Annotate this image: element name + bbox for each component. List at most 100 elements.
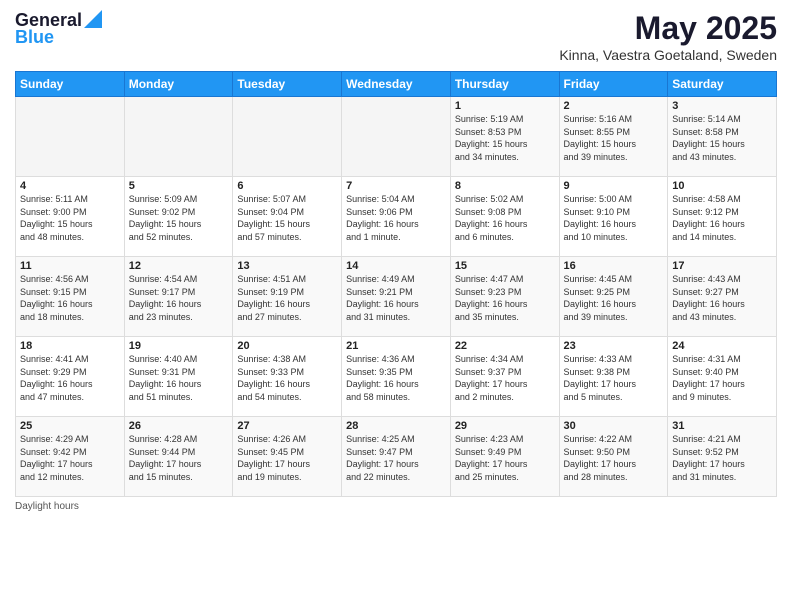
day-info: Sunrise: 4:31 AM Sunset: 9:40 PM Dayligh… xyxy=(672,353,772,403)
day-number: 14 xyxy=(346,260,446,272)
header-day-tuesday: Tuesday xyxy=(233,72,342,97)
calendar-header-row: SundayMondayTuesdayWednesdayThursdayFrid… xyxy=(16,72,777,97)
day-info: Sunrise: 4:41 AM Sunset: 9:29 PM Dayligh… xyxy=(20,353,120,403)
day-info: Sunrise: 4:58 AM Sunset: 9:12 PM Dayligh… xyxy=(672,193,772,243)
day-number: 1 xyxy=(455,100,555,112)
calendar-cell-w5-d3: 27Sunrise: 4:26 AM Sunset: 9:45 PM Dayli… xyxy=(233,417,342,497)
title-block: May 2025 Kinna, Vaestra Goetaland, Swede… xyxy=(559,10,777,63)
logo-blue: Blue xyxy=(15,27,54,48)
day-number: 16 xyxy=(564,260,664,272)
calendar-cell-w4-d2: 19Sunrise: 4:40 AM Sunset: 9:31 PM Dayli… xyxy=(124,337,233,417)
day-number: 21 xyxy=(346,340,446,352)
day-info: Sunrise: 4:34 AM Sunset: 9:37 PM Dayligh… xyxy=(455,353,555,403)
day-number: 2 xyxy=(564,100,664,112)
day-number: 6 xyxy=(237,180,337,192)
calendar-cell-w3-d6: 16Sunrise: 4:45 AM Sunset: 9:25 PM Dayli… xyxy=(559,257,668,337)
day-info: Sunrise: 5:02 AM Sunset: 9:08 PM Dayligh… xyxy=(455,193,555,243)
day-number: 18 xyxy=(20,340,120,352)
day-info: Sunrise: 4:56 AM Sunset: 9:15 PM Dayligh… xyxy=(20,273,120,323)
day-info: Sunrise: 5:09 AM Sunset: 9:02 PM Dayligh… xyxy=(129,193,229,243)
day-number: 31 xyxy=(672,420,772,432)
day-number: 28 xyxy=(346,420,446,432)
calendar-cell-w4-d5: 22Sunrise: 4:34 AM Sunset: 9:37 PM Dayli… xyxy=(450,337,559,417)
day-info: Sunrise: 4:45 AM Sunset: 9:25 PM Dayligh… xyxy=(564,273,664,323)
week-row-2: 4Sunrise: 5:11 AM Sunset: 9:00 PM Daylig… xyxy=(16,177,777,257)
day-number: 10 xyxy=(672,180,772,192)
calendar-cell-w4-d7: 24Sunrise: 4:31 AM Sunset: 9:40 PM Dayli… xyxy=(668,337,777,417)
calendar-cell-w4-d1: 18Sunrise: 4:41 AM Sunset: 9:29 PM Dayli… xyxy=(16,337,125,417)
calendar-cell-w2-d7: 10Sunrise: 4:58 AM Sunset: 9:12 PM Dayli… xyxy=(668,177,777,257)
day-info: Sunrise: 4:40 AM Sunset: 9:31 PM Dayligh… xyxy=(129,353,229,403)
calendar-cell-w2-d5: 8Sunrise: 5:02 AM Sunset: 9:08 PM Daylig… xyxy=(450,177,559,257)
day-info: Sunrise: 5:00 AM Sunset: 9:10 PM Dayligh… xyxy=(564,193,664,243)
logo: General Blue xyxy=(15,10,102,48)
calendar-cell-w3-d7: 17Sunrise: 4:43 AM Sunset: 9:27 PM Dayli… xyxy=(668,257,777,337)
day-info: Sunrise: 4:38 AM Sunset: 9:33 PM Dayligh… xyxy=(237,353,337,403)
day-info: Sunrise: 4:47 AM Sunset: 9:23 PM Dayligh… xyxy=(455,273,555,323)
calendar-cell-w1-d5: 1Sunrise: 5:19 AM Sunset: 8:53 PM Daylig… xyxy=(450,97,559,177)
day-number: 9 xyxy=(564,180,664,192)
day-info: Sunrise: 5:19 AM Sunset: 8:53 PM Dayligh… xyxy=(455,113,555,163)
day-number: 8 xyxy=(455,180,555,192)
header: General Blue May 2025 Kinna, Vaestra Goe… xyxy=(15,10,777,63)
day-number: 15 xyxy=(455,260,555,272)
day-number: 25 xyxy=(20,420,120,432)
main-title: May 2025 xyxy=(559,10,777,47)
day-number: 17 xyxy=(672,260,772,272)
logo-icon xyxy=(84,10,102,28)
day-info: Sunrise: 4:23 AM Sunset: 9:49 PM Dayligh… xyxy=(455,433,555,483)
calendar-cell-w1-d1 xyxy=(16,97,125,177)
calendar-table: SundayMondayTuesdayWednesdayThursdayFrid… xyxy=(15,71,777,497)
calendar-cell-w1-d2 xyxy=(124,97,233,177)
calendar-cell-w4-d3: 20Sunrise: 4:38 AM Sunset: 9:33 PM Dayli… xyxy=(233,337,342,417)
calendar-cell-w2-d1: 4Sunrise: 5:11 AM Sunset: 9:00 PM Daylig… xyxy=(16,177,125,257)
calendar-cell-w2-d3: 6Sunrise: 5:07 AM Sunset: 9:04 PM Daylig… xyxy=(233,177,342,257)
day-number: 27 xyxy=(237,420,337,432)
calendar-cell-w1-d3 xyxy=(233,97,342,177)
day-number: 26 xyxy=(129,420,229,432)
calendar-cell-w5-d7: 31Sunrise: 4:21 AM Sunset: 9:52 PM Dayli… xyxy=(668,417,777,497)
day-info: Sunrise: 4:22 AM Sunset: 9:50 PM Dayligh… xyxy=(564,433,664,483)
calendar-cell-w3-d4: 14Sunrise: 4:49 AM Sunset: 9:21 PM Dayli… xyxy=(342,257,451,337)
calendar-cell-w4-d6: 23Sunrise: 4:33 AM Sunset: 9:38 PM Dayli… xyxy=(559,337,668,417)
day-number: 4 xyxy=(20,180,120,192)
header-day-wednesday: Wednesday xyxy=(342,72,451,97)
day-info: Sunrise: 4:28 AM Sunset: 9:44 PM Dayligh… xyxy=(129,433,229,483)
header-day-friday: Friday xyxy=(559,72,668,97)
day-info: Sunrise: 4:54 AM Sunset: 9:17 PM Dayligh… xyxy=(129,273,229,323)
day-number: 23 xyxy=(564,340,664,352)
day-number: 5 xyxy=(129,180,229,192)
calendar-cell-w5-d5: 29Sunrise: 4:23 AM Sunset: 9:49 PM Dayli… xyxy=(450,417,559,497)
day-number: 19 xyxy=(129,340,229,352)
header-day-saturday: Saturday xyxy=(668,72,777,97)
calendar-cell-w3-d3: 13Sunrise: 4:51 AM Sunset: 9:19 PM Dayli… xyxy=(233,257,342,337)
day-info: Sunrise: 4:36 AM Sunset: 9:35 PM Dayligh… xyxy=(346,353,446,403)
week-row-5: 25Sunrise: 4:29 AM Sunset: 9:42 PM Dayli… xyxy=(16,417,777,497)
day-info: Sunrise: 4:43 AM Sunset: 9:27 PM Dayligh… xyxy=(672,273,772,323)
calendar-cell-w2-d2: 5Sunrise: 5:09 AM Sunset: 9:02 PM Daylig… xyxy=(124,177,233,257)
calendar-cell-w2-d6: 9Sunrise: 5:00 AM Sunset: 9:10 PM Daylig… xyxy=(559,177,668,257)
day-info: Sunrise: 5:07 AM Sunset: 9:04 PM Dayligh… xyxy=(237,193,337,243)
day-number: 3 xyxy=(672,100,772,112)
day-number: 29 xyxy=(455,420,555,432)
calendar-cell-w5-d6: 30Sunrise: 4:22 AM Sunset: 9:50 PM Dayli… xyxy=(559,417,668,497)
day-info: Sunrise: 5:14 AM Sunset: 8:58 PM Dayligh… xyxy=(672,113,772,163)
calendar-cell-w3-d2: 12Sunrise: 4:54 AM Sunset: 9:17 PM Dayli… xyxy=(124,257,233,337)
header-day-thursday: Thursday xyxy=(450,72,559,97)
calendar-cell-w4-d4: 21Sunrise: 4:36 AM Sunset: 9:35 PM Dayli… xyxy=(342,337,451,417)
day-info: Sunrise: 4:33 AM Sunset: 9:38 PM Dayligh… xyxy=(564,353,664,403)
day-info: Sunrise: 4:25 AM Sunset: 9:47 PM Dayligh… xyxy=(346,433,446,483)
day-info: Sunrise: 4:51 AM Sunset: 9:19 PM Dayligh… xyxy=(237,273,337,323)
day-info: Sunrise: 4:29 AM Sunset: 9:42 PM Dayligh… xyxy=(20,433,120,483)
calendar-cell-w1-d7: 3Sunrise: 5:14 AM Sunset: 8:58 PM Daylig… xyxy=(668,97,777,177)
week-row-3: 11Sunrise: 4:56 AM Sunset: 9:15 PM Dayli… xyxy=(16,257,777,337)
calendar-cell-w3-d1: 11Sunrise: 4:56 AM Sunset: 9:15 PM Dayli… xyxy=(16,257,125,337)
day-info: Sunrise: 4:49 AM Sunset: 9:21 PM Dayligh… xyxy=(346,273,446,323)
day-number: 20 xyxy=(237,340,337,352)
calendar-cell-w5-d4: 28Sunrise: 4:25 AM Sunset: 9:47 PM Dayli… xyxy=(342,417,451,497)
calendar-cell-w3-d5: 15Sunrise: 4:47 AM Sunset: 9:23 PM Dayli… xyxy=(450,257,559,337)
header-day-sunday: Sunday xyxy=(16,72,125,97)
day-info: Sunrise: 5:04 AM Sunset: 9:06 PM Dayligh… xyxy=(346,193,446,243)
calendar-cell-w5-d2: 26Sunrise: 4:28 AM Sunset: 9:44 PM Dayli… xyxy=(124,417,233,497)
calendar-cell-w1-d4 xyxy=(342,97,451,177)
